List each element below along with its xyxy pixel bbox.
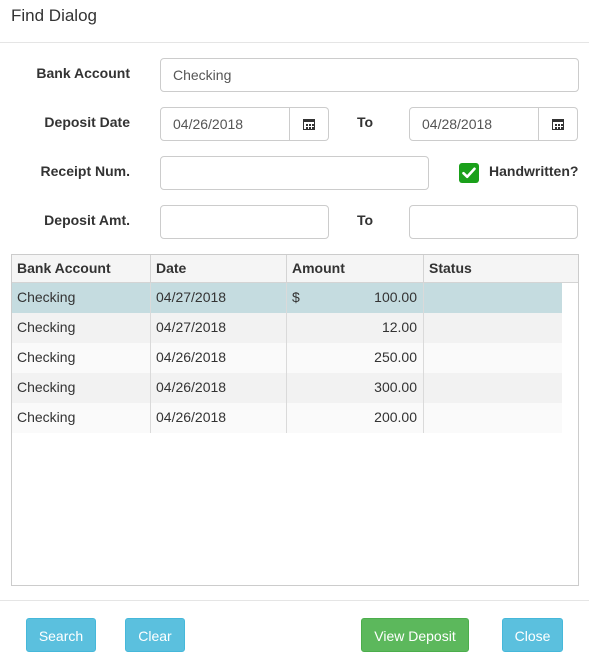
cell-status: [424, 403, 562, 433]
cell-amount: 12.00: [287, 313, 424, 343]
dialog-footer: Search Clear View Deposit Close: [0, 600, 589, 655]
cell-date: 04/26/2018: [151, 373, 287, 403]
bank-account-label: Bank Account: [36, 65, 130, 81]
cell-amount: 300.00: [287, 373, 424, 403]
cell-bank-account: Checking: [12, 283, 151, 313]
table-row[interactable]: Checking 04/27/2018 $ 100.00: [12, 283, 562, 313]
cell-amount: $ 100.00: [287, 283, 424, 313]
deposit-date-to-input[interactable]: 04/28/2018: [409, 107, 539, 141]
deposit-amt-to-input[interactable]: [409, 205, 578, 239]
dialog-header: Find Dialog: [0, 0, 589, 43]
cell-date: 04/27/2018: [151, 283, 287, 313]
table-row[interactable]: Checking 04/27/2018 12.00: [12, 313, 562, 343]
cell-status: [424, 313, 562, 343]
deposit-date-from-group: 04/26/2018: [160, 107, 329, 141]
cell-date: 04/27/2018: [151, 313, 287, 343]
cell-status: [424, 373, 562, 403]
check-icon: [462, 167, 476, 179]
deposit-date-from-picker-button[interactable]: [290, 107, 329, 141]
deposit-date-to-group: 04/28/2018: [409, 107, 578, 141]
column-header-status[interactable]: Status: [424, 255, 578, 283]
close-button[interactable]: Close: [502, 618, 563, 652]
grid-body: Checking 04/27/2018 $ 100.00 Checking 04…: [12, 283, 562, 433]
grid-header: Bank Account Date Amount Status: [12, 255, 578, 283]
table-row[interactable]: Checking 04/26/2018 300.00: [12, 373, 562, 403]
table-row[interactable]: Checking 04/26/2018 250.00: [12, 343, 562, 373]
deposit-date-label: Deposit Date: [44, 114, 130, 130]
column-header-bank-account[interactable]: Bank Account: [12, 255, 151, 283]
calendar-icon: [552, 118, 564, 130]
cell-date: 04/26/2018: [151, 403, 287, 433]
bank-account-select[interactable]: Checking: [160, 58, 579, 92]
deposit-amt-label: Deposit Amt.: [44, 212, 130, 228]
column-header-amount[interactable]: Amount: [287, 255, 424, 283]
currency-symbol: $: [292, 289, 300, 305]
cell-amount: 250.00: [287, 343, 424, 373]
deposit-amt-from-input[interactable]: [160, 205, 329, 239]
deposit-date-from-input[interactable]: 04/26/2018: [160, 107, 290, 141]
cell-bank-account: Checking: [12, 373, 151, 403]
handwritten-checkbox[interactable]: [459, 163, 479, 183]
cell-status: [424, 283, 562, 313]
amount-value: 100.00: [374, 289, 417, 305]
clear-button[interactable]: Clear: [125, 618, 185, 652]
column-header-date[interactable]: Date: [151, 255, 287, 283]
cell-bank-account: Checking: [12, 313, 151, 343]
results-grid: Bank Account Date Amount Status Checking…: [11, 254, 579, 586]
cell-amount: 200.00: [287, 403, 424, 433]
cell-bank-account: Checking: [12, 403, 151, 433]
deposit-date-to-picker-button[interactable]: [539, 107, 578, 141]
dialog-title: Find Dialog: [11, 6, 97, 25]
cell-status: [424, 343, 562, 373]
calendar-icon: [303, 118, 315, 130]
deposit-amt-to-label: To: [356, 212, 374, 228]
table-row[interactable]: Checking 04/26/2018 200.00: [12, 403, 562, 433]
deposit-date-to-label: To: [356, 114, 374, 130]
view-deposit-button[interactable]: View Deposit: [361, 618, 469, 652]
handwritten-label: Handwritten?: [489, 163, 579, 179]
receipt-num-label: Receipt Num.: [40, 163, 130, 179]
search-button[interactable]: Search: [26, 618, 96, 652]
cell-bank-account: Checking: [12, 343, 151, 373]
cell-date: 04/26/2018: [151, 343, 287, 373]
receipt-num-input[interactable]: [160, 156, 429, 190]
